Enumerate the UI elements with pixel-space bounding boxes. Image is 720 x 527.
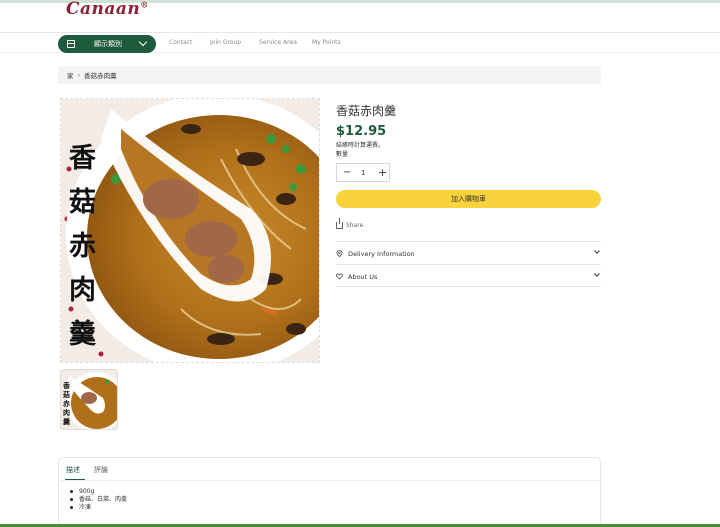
registered-mark: ® [140, 0, 149, 10]
image-caption-char: 赤 [69, 231, 96, 262]
soup-photo: 香菇赤肉羹 [61, 99, 319, 362]
brand-logo-text: Canaan [66, 0, 141, 19]
product-title: 香菇赤肉羹 [336, 104, 397, 118]
breadcrumb-current: 香菇赤肉羹 [84, 72, 117, 80]
image-caption-char: 香 [69, 143, 96, 174]
chevron-down-icon [594, 248, 600, 254]
tab-reviews[interactable]: 評論 [94, 465, 108, 475]
description-item: 900g [69, 488, 127, 496]
show-categories-button[interactable]: 顯示類別 [58, 35, 156, 53]
description-list: 900g 香菇、白菜、肉羹 冷凍 [69, 488, 127, 512]
description-item: 冷凍 [69, 504, 127, 512]
heart-icon [336, 273, 343, 280]
site-header: Canaan® [0, 0, 720, 33]
svg-text:赤: 赤 [63, 399, 70, 408]
image-caption-char: 肉 [69, 275, 96, 306]
image-caption-char: 羹 [69, 319, 97, 350]
svg-text:菇: 菇 [62, 390, 70, 399]
thumbnail-photo: 香菇赤肉羹 [61, 370, 117, 429]
svg-text:香: 香 [62, 381, 71, 390]
tab-divider [59, 480, 600, 481]
product-price: $12.95 [336, 124, 387, 139]
quantity-input[interactable]: 1 [361, 169, 365, 177]
product-tabs: 描述 評論 900g 香菇、白菜、肉羹 冷凍 [58, 457, 601, 527]
show-categories-label: 顯示類別 [94, 40, 122, 48]
quantity-increase-button[interactable]: + [378, 166, 387, 179]
product-main-image[interactable]: 香菇赤肉羹 [60, 98, 320, 363]
quantity-stepper: − 1 + [336, 163, 390, 182]
share-button[interactable]: Share [336, 218, 364, 229]
svg-text:肉: 肉 [63, 408, 70, 417]
brand-logo[interactable]: Canaan® [66, 0, 149, 19]
svg-text:羹: 羹 [63, 417, 71, 426]
tab-description[interactable]: 描述 [66, 465, 80, 475]
add-to-cart-button[interactable]: 加入購物車 [336, 190, 601, 208]
breadcrumb-chevron-icon: › [77, 71, 81, 79]
accordion-about-us[interactable]: About Us [336, 264, 601, 287]
breadcrumb: 家 › 香菇赤肉羹 [58, 66, 601, 84]
image-caption-char: 菇 [69, 187, 96, 218]
quantity-label: 數量 [336, 151, 349, 158]
share-icon [336, 218, 343, 229]
accordion-divider [336, 286, 601, 287]
quantity-decrease-button[interactable]: − [343, 167, 351, 178]
breadcrumb-home[interactable]: 家 [67, 70, 74, 80]
chevron-down-icon [138, 37, 148, 47]
accordion-delivery-label: Delivery Information [348, 250, 415, 258]
nav-link-service-area[interactable]: Service Area [259, 39, 297, 46]
product-thumbnail[interactable]: 香菇赤肉羹 [60, 369, 118, 430]
tax-note: 結帳時計算運費。 [336, 142, 385, 149]
nav-link-my-points[interactable]: My Points [312, 39, 341, 46]
nav-link-contact[interactable]: Contact [169, 39, 192, 46]
description-item: 香菇、白菜、肉羹 [69, 496, 127, 504]
accordion-delivery-information[interactable]: Delivery Information [336, 241, 601, 264]
location-pin-icon [336, 250, 343, 257]
nav-bar: 顯示類別 Contact Join Group Service Area My … [0, 33, 720, 53]
share-label: Share [346, 222, 364, 229]
chevron-down-icon [594, 271, 600, 277]
accordion-about-label: About Us [348, 273, 378, 281]
category-grid-icon [67, 40, 75, 48]
nav-link-join-group[interactable]: Join Group [210, 39, 241, 46]
